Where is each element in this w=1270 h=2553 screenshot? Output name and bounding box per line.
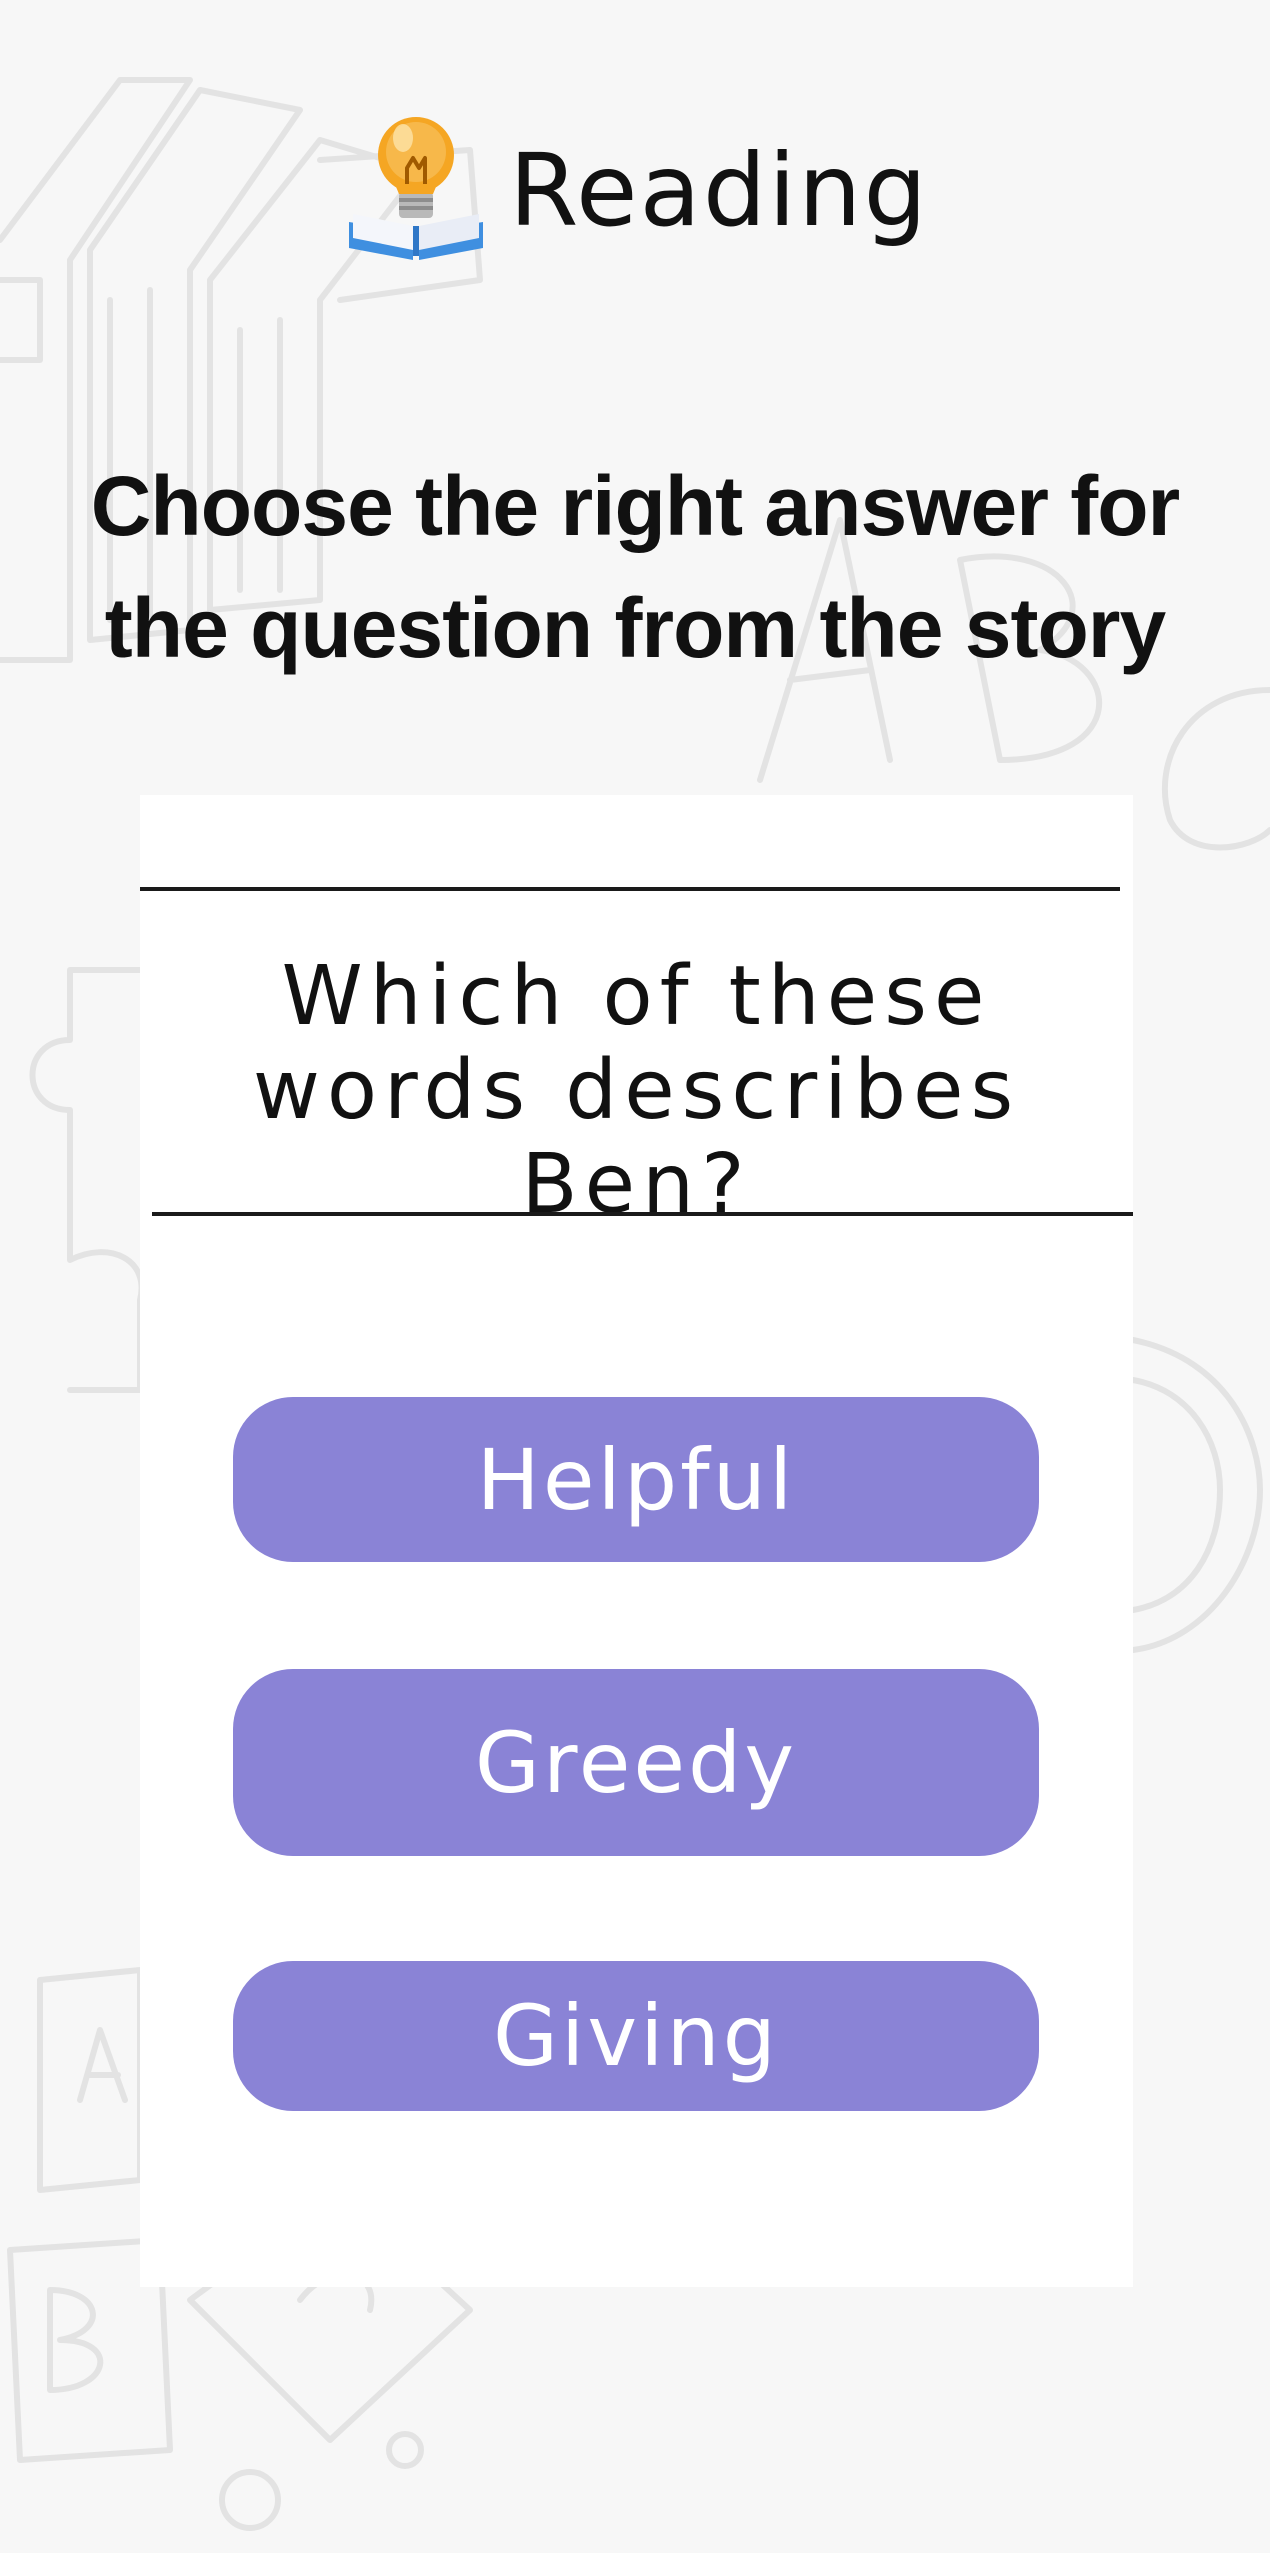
question-card: Which of these words describes Ben? Help… bbox=[140, 795, 1133, 2287]
header: Reading bbox=[0, 110, 1270, 270]
answer-label: Greedy bbox=[474, 1713, 798, 1812]
instruction-text: Choose the right answer for the question… bbox=[90, 459, 1180, 675]
lightbulb-book-icon bbox=[341, 110, 491, 270]
question-text: Which of these words describes Ben? bbox=[252, 949, 1021, 1232]
answer-button-helpful[interactable]: Helpful bbox=[233, 1397, 1039, 1562]
divider-bottom bbox=[152, 1212, 1133, 1216]
answer-label: Helpful bbox=[476, 1430, 796, 1529]
divider-top bbox=[140, 887, 1120, 891]
answer-button-giving[interactable]: Giving bbox=[233, 1961, 1039, 2111]
answer-label: Giving bbox=[492, 1987, 780, 2085]
answer-button-greedy[interactable]: Greedy bbox=[233, 1669, 1039, 1856]
page-title: Reading bbox=[509, 131, 929, 249]
